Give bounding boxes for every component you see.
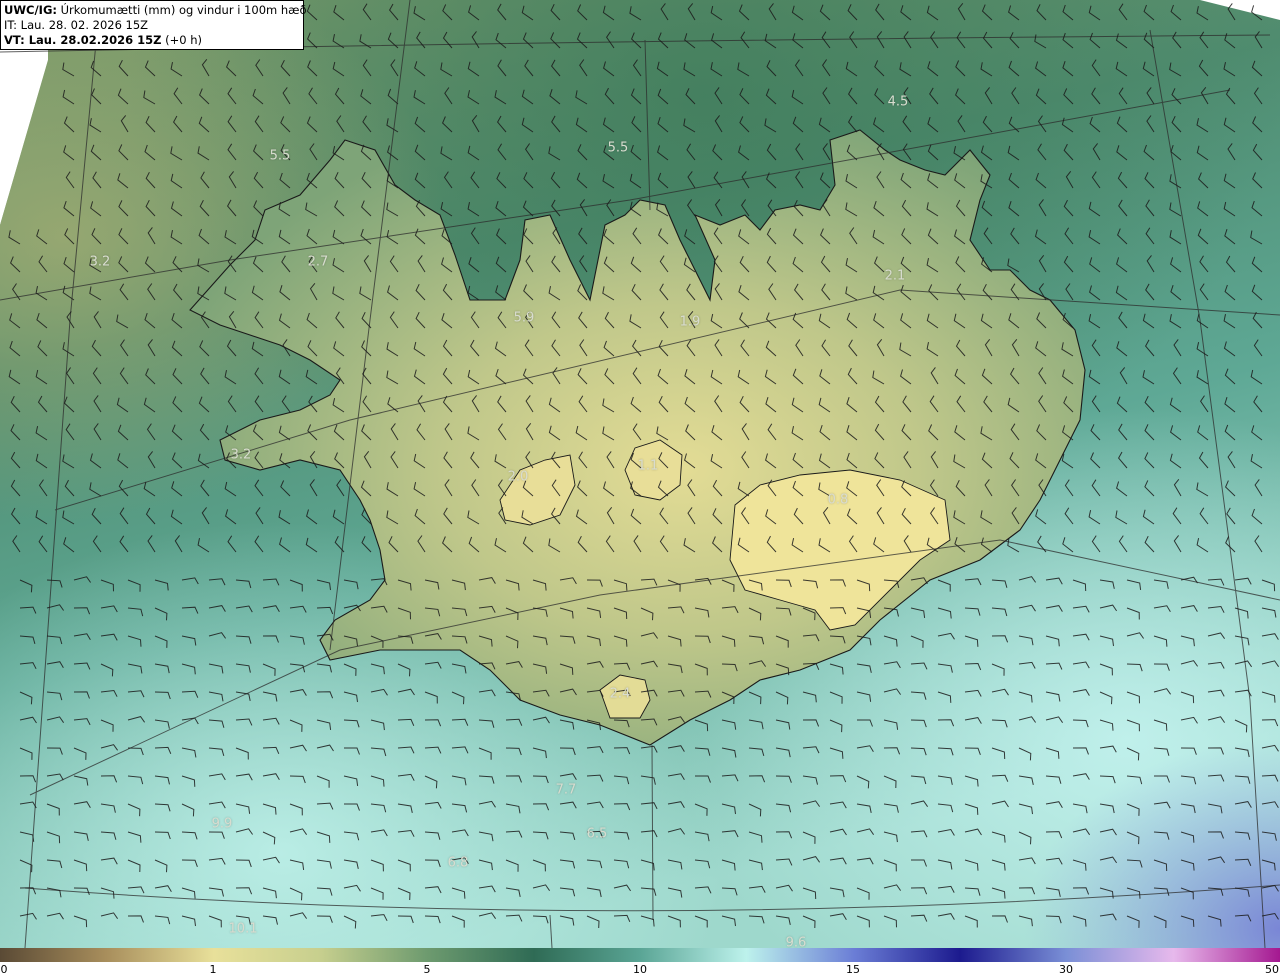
weather-map [0, 0, 1280, 948]
value-label: 3.2 [89, 254, 111, 270]
value-label: 2.1 [884, 268, 906, 284]
value-label: 6.5 [586, 826, 608, 842]
value-label: 2.0 [507, 469, 529, 485]
value-label: 3.2 [230, 447, 252, 463]
value-label: 7.7 [555, 782, 577, 798]
value-label: 5.9 [513, 310, 535, 326]
value-label: 2.4 [609, 686, 631, 702]
model-name: UWC/IG: [4, 3, 57, 17]
colorbar [0, 948, 1280, 962]
colorbar-tick: 5 [423, 963, 431, 976]
value-label: 0.8 [827, 492, 849, 508]
colorbar-tick: 0 [0, 963, 8, 976]
colorbar-tick: 1 [209, 963, 217, 976]
map-header: UWC/IG: Úrkomumætti (mm) og vindur i 100… [0, 0, 307, 50]
valid-time: VT: Lau. 28.02.2026 15Z [4, 33, 162, 47]
value-label: 1.9 [679, 314, 701, 330]
colorbar-tick: 30 [1059, 963, 1073, 976]
value-label: 1.1 [637, 458, 659, 474]
colorbar-tick: 50 [1265, 963, 1279, 976]
value-label: 2.7 [307, 254, 329, 270]
value-label: 6.8 [447, 855, 469, 871]
value-label: 9.9 [211, 816, 233, 832]
init-time: IT: Lau. 28. 02. 2026 15Z [4, 18, 149, 32]
value-label: 5.5 [607, 140, 629, 156]
value-label: 4.5 [887, 94, 909, 110]
lead-time: (+0 h) [161, 33, 202, 47]
value-label: 10.1 [228, 921, 258, 937]
colorbar-tick: 10 [633, 963, 647, 976]
map-title: Úrkomumætti (mm) og vindur i 100m hæð [56, 3, 307, 17]
valid-time-line: VT: Lau. 28.02.2026 15Z (+0 h) [4, 33, 300, 48]
colorbar-ticks: 0 1 5 10 15 30 50 [0, 962, 1280, 978]
value-label: 5.5 [269, 148, 291, 164]
colorbar-tick: 15 [846, 963, 860, 976]
header-title-line: UWC/IG: Úrkomumætti (mm) og vindur i 100… [4, 3, 307, 18]
